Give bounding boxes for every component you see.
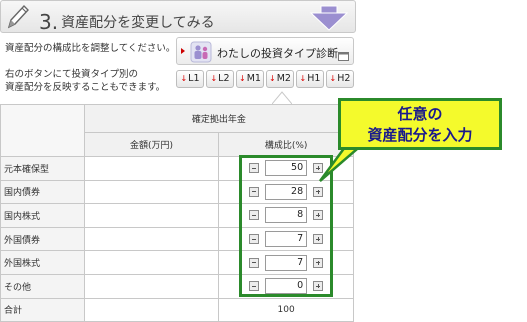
step-header: 3. 資産配分を変更してみる	[0, 0, 356, 34]
type-button-l1[interactable]: ↓L1	[176, 70, 204, 88]
amount-cell	[83, 156, 220, 181]
total-amount-cell	[83, 297, 220, 322]
amount-cell	[83, 203, 220, 228]
type-button-label: L2	[218, 73, 230, 84]
instruction-line-3: 資産配分を反映することもできます。	[5, 82, 166, 93]
pointer-notch	[272, 91, 292, 104]
step-title: 3. 資産配分を変更してみる	[39, 8, 215, 34]
row-category: その他	[0, 273, 85, 299]
amount-cell	[83, 179, 220, 205]
instruction-line-1: 資産配分の構成比を調整してください。	[5, 43, 176, 54]
type-button-label: L1	[188, 73, 200, 84]
type-button-m1[interactable]: ↓M1	[236, 70, 264, 88]
diagnosis-button-label: わたしの投資タイプ診断	[217, 47, 338, 60]
type-button-label: H2	[337, 73, 351, 84]
arrow-right-icon	[181, 48, 185, 54]
down-arrow-icon	[309, 5, 349, 31]
total-value: 100	[218, 297, 354, 322]
amount-cell	[83, 226, 220, 252]
investment-type-diagnosis-button[interactable]: わたしの投資タイプ診断	[176, 37, 354, 65]
amount-cell	[83, 250, 220, 275]
row-category: 国内債券	[0, 179, 85, 205]
total-label: 合計	[0, 297, 85, 322]
group-header: 確定拠出年金	[83, 104, 355, 133]
row-category: 外国株式	[0, 250, 85, 275]
row-category: 元本確保型	[0, 156, 85, 181]
type-button-h2[interactable]: ↓H2	[326, 70, 354, 88]
amount-cell	[83, 273, 220, 299]
callout-line-2: 資産配分を入力	[367, 126, 473, 144]
row-category: 外国債券	[0, 226, 85, 252]
type-button-m2[interactable]: ↓M2	[266, 70, 294, 88]
callout-line-1: 任意の	[397, 105, 443, 123]
total-row: 合計 100	[0, 297, 354, 322]
type-button-label: M1	[246, 73, 261, 84]
type-button-label: M2	[276, 73, 291, 84]
type-button-l2[interactable]: ↓L2	[206, 70, 234, 88]
amount-column-header: 金額(万円)	[83, 132, 220, 157]
step-title-text: 資産配分を変更してみる	[61, 15, 215, 31]
blank-header	[0, 104, 85, 157]
step-number: 3.	[39, 10, 59, 34]
callout-annotation: 任意の 資産配分を入力	[338, 98, 502, 150]
pencil-icon	[7, 4, 29, 29]
type-button-label: H1	[307, 73, 321, 84]
type-button-h1[interactable]: ↓H1	[296, 70, 324, 88]
new-window-icon	[338, 52, 349, 61]
instruction-line-2: 右のボタンにて投資タイプ別の	[5, 69, 139, 80]
people-icon	[190, 41, 212, 63]
row-category: 国内株式	[0, 203, 85, 228]
